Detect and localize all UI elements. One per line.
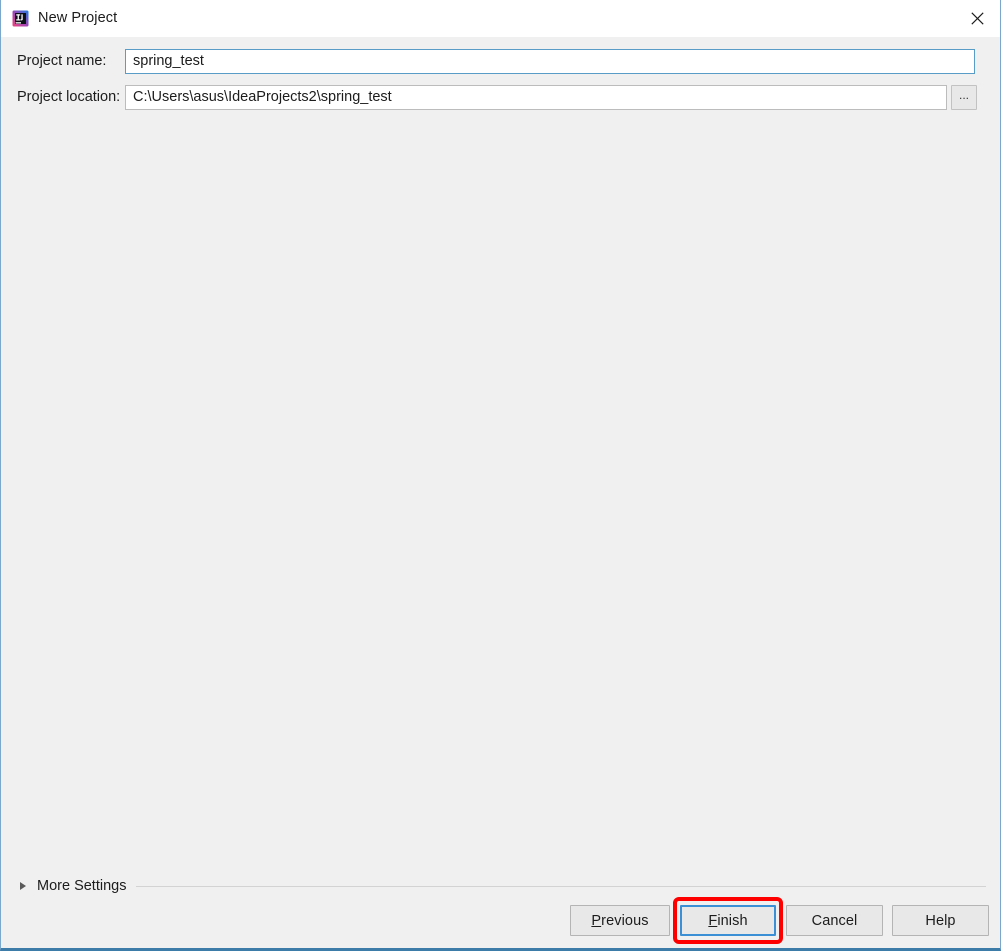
previous-button-mnemonic: P xyxy=(591,912,602,929)
intellij-idea-icon xyxy=(12,10,29,27)
previous-button[interactable]: Previous xyxy=(570,905,670,936)
section-divider xyxy=(136,885,986,887)
dialog-content-area: Project name: Project location: ... More… xyxy=(1,37,1000,948)
more-settings-label: More Settings xyxy=(37,877,127,894)
new-project-dialog: New Project Project name: Project locati… xyxy=(0,0,1001,951)
project-name-input[interactable] xyxy=(125,48,975,74)
previous-button-label: revious xyxy=(601,912,649,929)
finish-button[interactable]: Finish xyxy=(680,905,776,936)
close-icon[interactable] xyxy=(954,0,1000,37)
dialog-titlebar: New Project xyxy=(1,0,1000,37)
dialog-title: New Project xyxy=(38,10,118,27)
finish-button-label: inish xyxy=(717,912,748,929)
titlebar-left-group: New Project xyxy=(1,10,117,27)
project-name-row: Project name: xyxy=(1,48,975,74)
dialog-footer: Previous Finish Cancel Help xyxy=(1,897,1000,944)
more-settings-section-header[interactable]: More Settings xyxy=(1,875,1000,897)
cancel-button[interactable]: Cancel xyxy=(786,905,883,936)
project-name-label: Project name: xyxy=(17,52,107,69)
help-button[interactable]: Help xyxy=(892,905,989,936)
project-location-input[interactable] xyxy=(125,84,947,110)
browse-folder-button[interactable]: ... xyxy=(951,84,977,110)
project-location-label: Project location: xyxy=(17,88,121,105)
project-location-row: Project location: ... xyxy=(1,84,977,110)
chevron-right-icon xyxy=(20,882,26,890)
finish-button-mnemonic: F xyxy=(708,912,718,929)
